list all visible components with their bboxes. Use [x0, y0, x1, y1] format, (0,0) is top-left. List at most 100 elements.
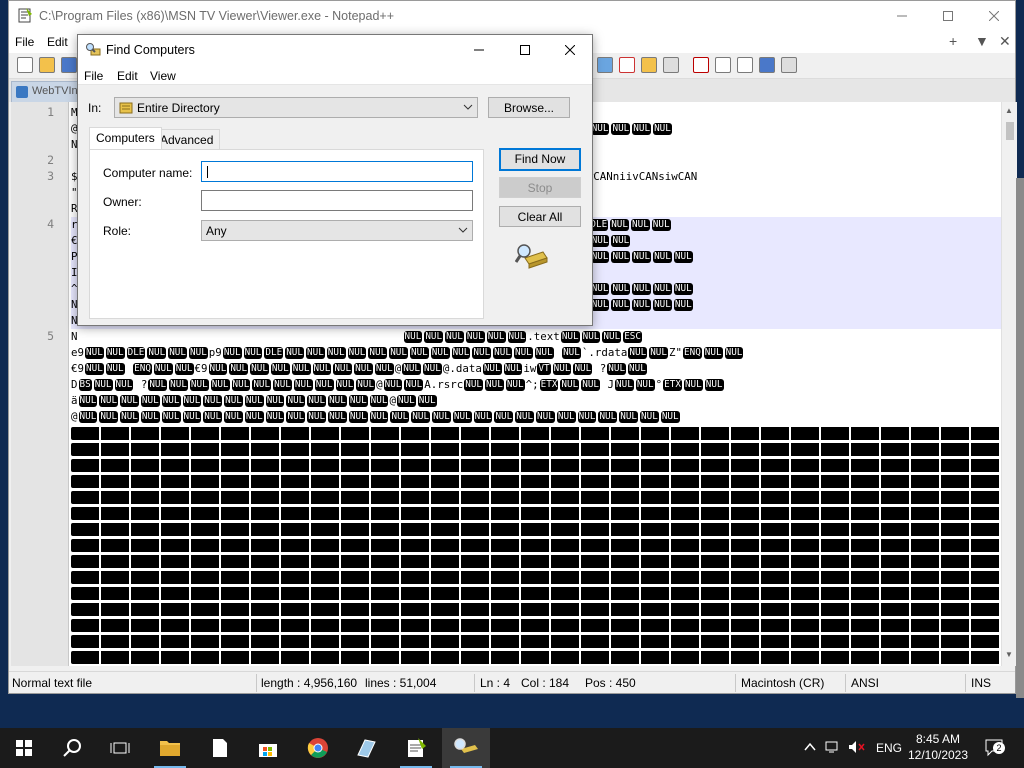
line-number: 3	[47, 169, 54, 183]
start-button[interactable]	[0, 728, 48, 768]
open-file-icon[interactable]	[39, 57, 55, 73]
find-computers-taskbar-button[interactable]	[442, 728, 490, 768]
notebook-app-button[interactable]	[342, 728, 390, 768]
status-insert-mode[interactable]: INS	[971, 676, 991, 690]
sync-scroll-icon[interactable]	[597, 57, 613, 73]
close-button[interactable]	[971, 1, 1017, 31]
search-button[interactable]	[48, 728, 96, 768]
search-icon	[63, 739, 81, 757]
search-animation-icon	[515, 242, 549, 272]
line-number: 5	[47, 329, 54, 343]
browse-button[interactable]: Browse...	[488, 97, 570, 118]
save-file-icon[interactable]	[61, 57, 77, 73]
monitoring-icon[interactable]	[663, 57, 679, 73]
status-eol-format[interactable]: Macintosh (CR)	[741, 676, 824, 690]
maximize-button[interactable]	[925, 1, 971, 31]
find-computers-dialog: Find Computers File Edit View In: Entire…	[77, 34, 593, 326]
scrollbar-thumb[interactable]	[1006, 122, 1014, 140]
taskbar: ENG 8:45 AM 12/10/2023 2	[0, 728, 1024, 768]
stop-macro-icon[interactable]	[715, 57, 731, 73]
file-explorer-button[interactable]	[146, 728, 194, 768]
find-now-button[interactable]: Find Now	[499, 148, 581, 171]
close-icon	[989, 11, 999, 21]
task-view-button[interactable]	[96, 728, 144, 768]
null-byte-row	[71, 635, 1001, 648]
status-encoding[interactable]: ANSI	[851, 676, 879, 690]
tab-advanced[interactable]: Advanced	[153, 129, 221, 149]
document-tab-label: WebTVIn	[32, 85, 78, 97]
role-dropdown[interactable]: Any	[201, 220, 473, 241]
status-separator	[845, 674, 846, 692]
minimize-button[interactable]	[879, 1, 925, 31]
notification-center-button[interactable]: 2	[984, 738, 1006, 758]
chevron-down-icon	[463, 102, 473, 112]
clock-time: 8:45 AM	[915, 732, 961, 746]
scroll-down-icon[interactable]: ▼	[1005, 650, 1013, 659]
chrome-button[interactable]	[294, 728, 342, 768]
folder-icon	[160, 741, 180, 756]
function-list-icon[interactable]	[619, 57, 635, 73]
null-byte-row	[71, 443, 1001, 456]
save-macro-icon[interactable]	[781, 57, 797, 73]
folder-workspace-icon[interactable]	[641, 57, 657, 73]
notepadpp-app-icon	[17, 7, 33, 23]
store-button[interactable]	[244, 728, 292, 768]
tab-list-control[interactable]: ▼	[975, 33, 989, 49]
dialog-menu-view[interactable]: View	[150, 69, 176, 83]
dialog-close-button[interactable]	[547, 35, 593, 65]
show-hidden-icons-icon[interactable]	[804, 741, 816, 753]
document-icon	[213, 739, 227, 757]
dialog-title: Find Computers	[106, 43, 195, 57]
document-tab-icon	[16, 86, 28, 98]
close-icon	[565, 45, 575, 55]
record-macro-icon[interactable]	[693, 57, 709, 73]
role-value: Any	[206, 224, 227, 238]
network-icon[interactable]	[824, 740, 840, 754]
dialog-menu-edit[interactable]: Edit	[117, 69, 138, 83]
notepadpp-title: C:\Program Files (x86)\MSN TV Viewer\Vie…	[39, 9, 395, 23]
maximize-icon	[520, 45, 530, 55]
new-tab-control[interactable]: +	[949, 33, 957, 49]
dialog-minimize-button[interactable]	[456, 35, 502, 65]
minimize-icon	[897, 15, 907, 17]
windows-logo-icon	[16, 740, 32, 756]
stop-button[interactable]: Stop	[499, 177, 581, 198]
directory-icon	[119, 101, 133, 115]
status-lines: lines : 51,004	[365, 676, 437, 690]
notepad-taskbar-button[interactable]	[196, 728, 244, 768]
dialog-menubar: File Edit View	[78, 65, 592, 85]
close-tab-control[interactable]: ✕	[999, 33, 1011, 50]
scroll-up-icon[interactable]: ▲	[1005, 106, 1013, 115]
menu-file[interactable]: File	[15, 35, 34, 49]
computer-name-input[interactable]	[201, 161, 473, 182]
in-location-dropdown[interactable]: Entire Directory	[114, 97, 478, 118]
clear-all-button[interactable]: Clear All	[499, 206, 581, 227]
new-file-icon[interactable]	[17, 57, 33, 73]
dialog-titlebar[interactable]: Find Computers	[78, 35, 592, 65]
null-byte-row	[71, 651, 1001, 664]
text-line: €9 NUL NUL ENQ NUL NUL €9 NUL NUL NUL NUL NUL NUL NU…	[71, 362, 647, 375]
volume-muted-icon[interactable]	[848, 740, 866, 754]
clock[interactable]: 8:45 AM 12/10/2023	[898, 731, 978, 763]
notepadpp-taskbar-button[interactable]	[392, 728, 440, 768]
notepadpp-titlebar[interactable]: C:\Program Files (x86)\MSN TV Viewer\Vie…	[9, 1, 1015, 31]
tab-computers[interactable]: Computers	[89, 127, 162, 149]
owner-label: Owner:	[103, 195, 142, 209]
document-tab[interactable]: WebTVIn	[11, 81, 81, 102]
owner-input[interactable]	[201, 190, 473, 211]
status-length: length : 4,956,160	[261, 676, 358, 690]
menu-edit[interactable]: Edit	[47, 35, 68, 49]
run-macro-multiple-icon[interactable]	[759, 57, 775, 73]
status-char-position: Pos : 450	[585, 676, 636, 690]
notification-count-badge: 2	[993, 742, 1005, 754]
background-window-edge	[1016, 178, 1024, 698]
status-bar: Normal text file length : 4,956,160 line…	[9, 671, 1015, 693]
null-byte-row	[71, 507, 1001, 520]
vertical-scrollbar[interactable]: ▲ ▼	[1001, 102, 1017, 666]
dialog-menu-file[interactable]: File	[84, 69, 103, 83]
status-file-type: Normal text file	[12, 676, 93, 690]
play-macro-icon[interactable]	[737, 57, 753, 73]
status-separator	[256, 674, 257, 692]
null-byte-row	[71, 603, 1001, 616]
dialog-maximize-button[interactable]	[502, 35, 548, 65]
